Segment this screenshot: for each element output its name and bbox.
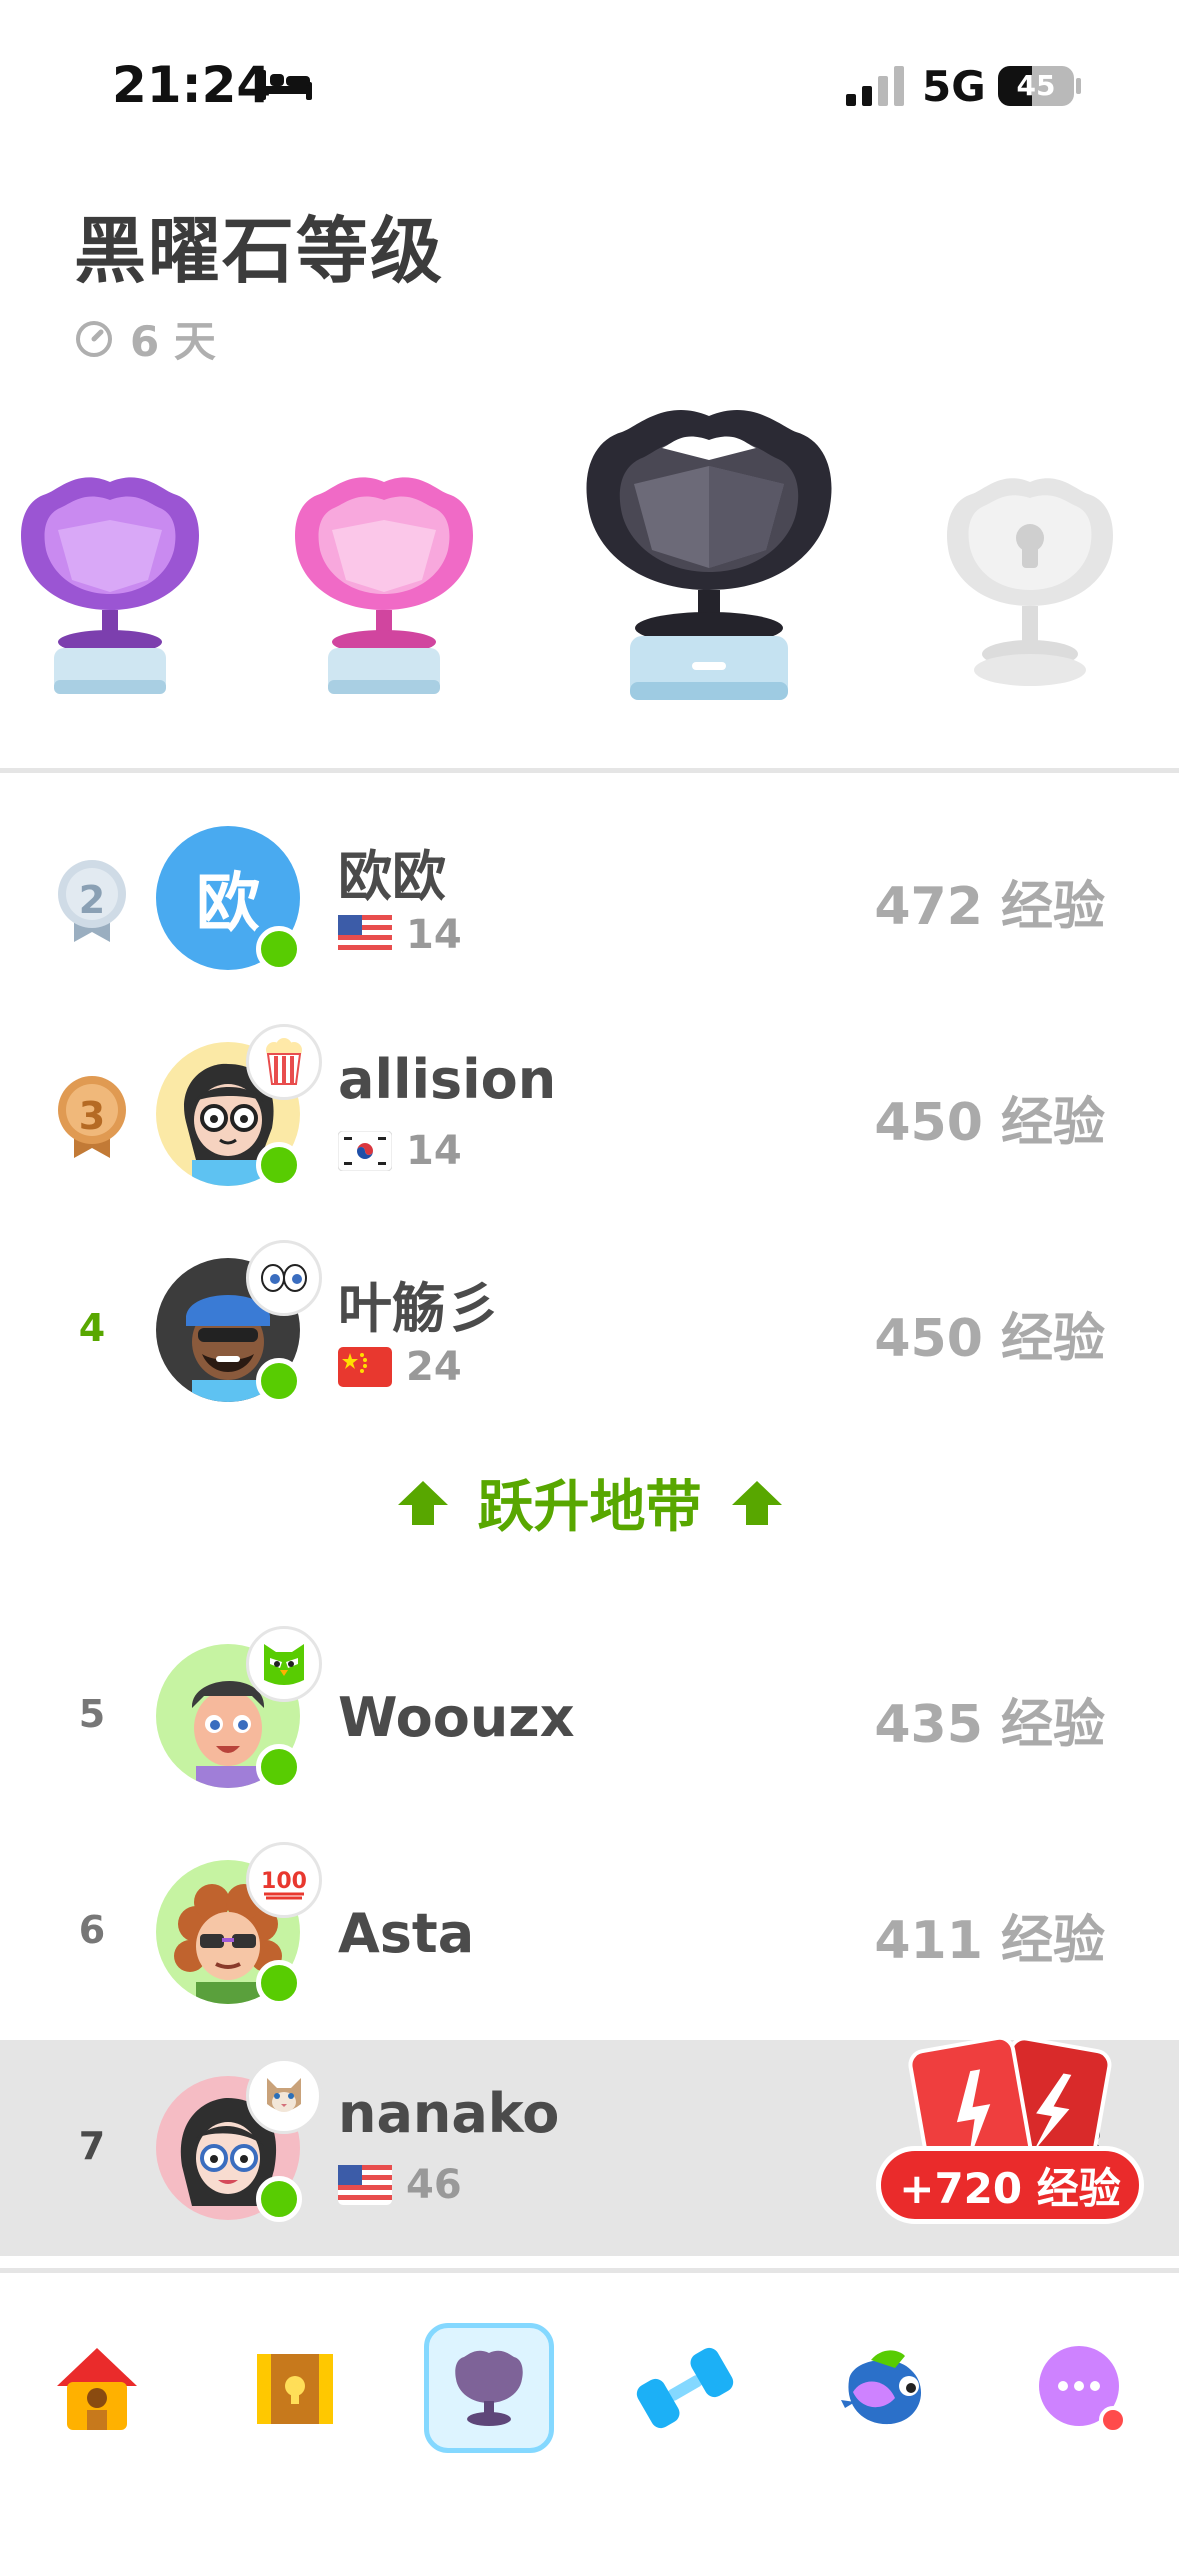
avatar[interactable]	[156, 1024, 322, 1188]
user-meta: 14	[338, 912, 462, 958]
user-meta: 14	[338, 1128, 462, 1174]
time-remaining-text: 6 天	[130, 317, 216, 366]
network-type: 5G	[922, 62, 986, 111]
user-name: 叶觞彡	[338, 1277, 500, 1340]
time-remaining: 6 天	[74, 308, 216, 369]
leaderboard-row[interactable]: 2 欧 欧欧 14 472 经验	[0, 790, 1179, 1006]
arrow-up-icon	[397, 1480, 448, 1525]
cn-flag-icon	[338, 1347, 392, 1387]
xp-value: 411 经验	[874, 1911, 1105, 1971]
locked-trophy-icon[interactable]	[942, 472, 1118, 702]
home-icon	[57, 2348, 137, 2430]
battery-tip	[1076, 78, 1081, 94]
league-trophies	[0, 380, 1179, 720]
user-name: Asta	[338, 1902, 475, 1965]
promotion-zone-label: 跃升地带	[477, 1475, 702, 1540]
online-indicator	[256, 2176, 302, 2222]
status-time: 21:24	[112, 56, 272, 114]
avatar[interactable]: 欧	[156, 826, 302, 972]
user-name: nanako	[338, 2082, 560, 2145]
streak-count: 14	[406, 912, 462, 958]
rank-number: 4	[78, 1306, 106, 1350]
avatar[interactable]	[156, 1626, 322, 1790]
owl-icon	[246, 1626, 322, 1702]
bird-icon	[841, 2350, 922, 2425]
avatar[interactable]: 100	[156, 1842, 322, 2006]
rank-number: 2	[78, 878, 106, 922]
cellular-signal-icon	[846, 66, 904, 106]
xp-value: 450 经验	[874, 1093, 1105, 1153]
tab-chest[interactable]	[230, 2323, 360, 2453]
dumbbell-icon	[636, 2347, 734, 2429]
tab-bar	[0, 2268, 1179, 2561]
streak-count: 14	[406, 1128, 462, 1174]
page-title: 黑曜石等级	[74, 209, 445, 293]
rank-number: 5	[78, 1692, 106, 1736]
tab-leaderboard[interactable]	[424, 2323, 554, 2453]
us-flag-icon	[338, 915, 392, 955]
tab-home[interactable]	[32, 2323, 162, 2453]
kr-flag-icon	[338, 1131, 392, 1171]
amethyst-trophy-icon[interactable]	[18, 470, 202, 704]
battery-icon: 45	[998, 66, 1074, 106]
online-indicator	[256, 1358, 302, 1404]
popcorn-icon	[246, 1024, 322, 1100]
chest-icon	[257, 2354, 333, 2424]
leaderboard-row[interactable]: 4 叶觞彡 24 450 经验	[0, 1222, 1179, 1438]
user-name: allision	[338, 1048, 557, 1111]
user-name: 欧欧	[338, 845, 446, 908]
tab-characters[interactable]	[822, 2323, 952, 2453]
online-indicator	[256, 926, 302, 972]
battery-level: 45	[1016, 69, 1056, 102]
streak-count: 24	[406, 1344, 462, 1390]
tab-practice[interactable]	[620, 2323, 750, 2453]
leaderboard-row[interactable]: 6 100 Asta 411 经验	[0, 1824, 1179, 2040]
us-flag-icon	[338, 2165, 392, 2205]
rank-number: 7	[78, 2124, 106, 2168]
sleep-focus-icon	[260, 70, 312, 100]
user-meta: 24	[338, 1344, 462, 1390]
user-meta: 46	[338, 2162, 462, 2208]
timer-icon	[76, 320, 112, 357]
cat-icon	[246, 2058, 322, 2134]
xp-value: 450 经验	[874, 1309, 1105, 1369]
xp-value: 472 经验	[874, 877, 1105, 937]
avatar-initial: 欧	[196, 867, 260, 941]
tab-more[interactable]	[1016, 2323, 1146, 2453]
leaderboard-row[interactable]: 3 allision 14 450 经验	[0, 1006, 1179, 1222]
more-icon	[1039, 2346, 1127, 2434]
avatar[interactable]	[156, 2058, 322, 2222]
user-name: Woouzx	[338, 1686, 575, 1749]
leaderboard-row[interactable]: 5 Woouzx 435 经验	[0, 1608, 1179, 1824]
status-bar: 21:24 5G 45	[0, 0, 1179, 150]
rank-number: 6	[78, 1908, 106, 1952]
online-indicator	[256, 1960, 302, 2006]
obsidian-trophy-icon[interactable]	[582, 400, 836, 710]
xp-value: 435 经验	[874, 1695, 1105, 1755]
divider	[0, 768, 1179, 773]
avatar[interactable]	[156, 1240, 322, 1404]
league-icon	[455, 2350, 523, 2426]
eyes-icon	[246, 1240, 322, 1316]
svg-text:100: 100	[261, 1869, 307, 1894]
online-indicator	[256, 1744, 302, 1790]
rank-number: 3	[78, 1094, 106, 1138]
xp-bonus-badge[interactable]: +720 经验	[876, 2146, 1144, 2224]
arrow-up-icon	[731, 1480, 782, 1525]
online-indicator	[256, 1142, 302, 1188]
pearl-trophy-icon[interactable]	[292, 470, 476, 704]
hundred-icon: 100	[246, 1842, 322, 1918]
promotion-zone-divider: 跃升地带	[0, 1462, 1179, 1543]
streak-count: 46	[406, 2162, 462, 2208]
